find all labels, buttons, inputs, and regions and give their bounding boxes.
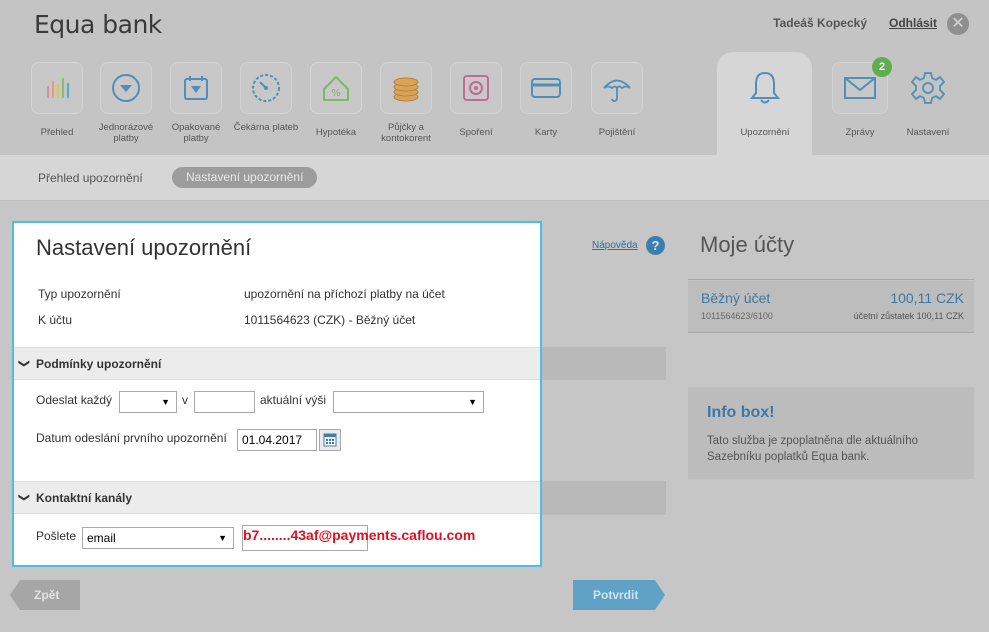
account-name[interactable]: Běžný účet	[701, 290, 770, 306]
accounts-title: Moje účty	[700, 232, 795, 257]
house-percent-icon: %	[310, 62, 362, 114]
page-title: Nastavení upozornění	[36, 235, 252, 260]
account-card[interactable]: Běžný účet 100,11 CZK 1011564623/6100 úč…	[688, 281, 974, 333]
nav-item-opakovane-platby[interactable]: Opakované platby	[161, 62, 231, 144]
alert-settings-panel: Nastavení upozornění Typ upozornění upoz…	[12, 221, 542, 567]
svg-text:%: %	[331, 88, 341, 99]
calendar-icon[interactable]	[319, 429, 341, 451]
bell-icon	[739, 62, 791, 114]
current-amount-label: aktuální výši	[260, 393, 327, 407]
chevron-down-icon: ❯	[18, 492, 31, 503]
nav-label: Upozornění	[740, 127, 790, 138]
close-icon[interactable]: ✕	[947, 13, 969, 35]
account-balance: účetní zůstatek 100,11 CZK	[853, 311, 964, 321]
nav-label: Spoření	[459, 127, 493, 138]
gear-icon	[902, 62, 954, 114]
alert-type-label: Typ upozornění	[38, 287, 121, 301]
logout-link[interactable]: Odhlásit	[889, 16, 937, 30]
help-link[interactable]: Nápověda	[592, 240, 638, 251]
nav-item-cekarna-plateb[interactable]: Čekárna plateb	[231, 62, 301, 133]
card-icon	[520, 62, 572, 114]
nav-item-hypoteka[interactable]: % Hypotéka	[301, 62, 371, 138]
at-label: v	[182, 393, 188, 407]
nav-item-pujcky[interactable]: Půjčky a kontokorent	[371, 62, 441, 144]
tab-nastaveni-upozorneni[interactable]: Nastavení upozornění	[172, 167, 318, 188]
current-amount-select[interactable]: ▼	[333, 391, 484, 413]
nav-label: Nastavení	[906, 127, 950, 138]
account-value: 1011564623 (CZK) - Běžný účet	[244, 313, 416, 327]
calendar-arrow-icon	[170, 62, 222, 114]
safe-icon	[450, 62, 502, 114]
section-band	[540, 347, 666, 380]
section-band	[540, 481, 666, 515]
nav-label: Půjčky a kontokorent	[381, 122, 431, 144]
confirm-button[interactable]: Potvrdit	[573, 580, 665, 610]
nav-label: Hypotéka	[315, 127, 357, 138]
back-button[interactable]: Zpět	[10, 580, 80, 610]
channel-select[interactable]: email ▼	[82, 527, 234, 549]
nav-label: Opakované platby	[171, 122, 221, 144]
conditions-section-header[interactable]: ❯ Podmínky upozornění	[14, 347, 540, 380]
first-date-label: Datum odeslání prvního upozornění	[36, 431, 227, 445]
nav-item-nastaveni[interactable]: Nastavení	[888, 62, 968, 138]
send-every-select[interactable]: ▼	[119, 391, 177, 413]
bank-logo[interactable]: Equa bank	[34, 10, 162, 39]
nav-item-upozorneni[interactable]: Upozornění	[725, 62, 805, 138]
contacts-section-header[interactable]: ❯ Kontaktní kanály	[14, 481, 540, 514]
nav-label: Pojištění	[598, 127, 636, 138]
bar-chart-icon	[31, 62, 83, 114]
first-date-input[interactable]: 01.04.2017	[237, 429, 317, 451]
time-input[interactable]	[194, 391, 255, 413]
arrow-down-circle-icon	[100, 62, 152, 114]
nav-label: Čekárna plateb	[233, 122, 299, 133]
dropdown-arrow-icon: ▼	[161, 397, 170, 407]
umbrella-icon	[591, 62, 643, 114]
contacts-header-label: Kontaktní kanály	[36, 491, 133, 505]
user-name: Tadeáš Kopecký	[773, 16, 867, 30]
nav-item-prehled[interactable]: Přehled	[22, 62, 92, 138]
divider	[688, 279, 974, 280]
nav-label: Karty	[534, 127, 558, 138]
nav-item-jednorazove-platby[interactable]: Jednorázové platby	[91, 62, 161, 144]
nav-item-sporeni[interactable]: Spoření	[441, 62, 511, 138]
conditions-header-label: Podmínky upozornění	[36, 357, 162, 371]
chevron-down-icon: ❯	[18, 358, 31, 369]
nav-label: Přehled	[40, 127, 74, 138]
help-icon[interactable]: ?	[646, 236, 665, 255]
info-box: Info box! Tato služba je zpoplatněna dle…	[688, 387, 974, 479]
coins-icon	[380, 62, 432, 114]
nav-item-karty[interactable]: Karty	[511, 62, 581, 138]
alert-type-value: upozornění na příchozí platby na účet	[244, 287, 445, 301]
account-number: 1011564623/6100	[701, 311, 773, 321]
email-value: b7........43af@payments.caflou.com	[243, 527, 476, 543]
channel-value: email	[87, 531, 116, 545]
dropdown-arrow-icon: ▼	[468, 397, 477, 407]
nav-item-pojisteni[interactable]: Pojištění	[582, 62, 652, 138]
info-box-title: Info box!	[707, 404, 775, 421]
tab-prehled-upozorneni[interactable]: Přehled upozornění	[38, 171, 143, 185]
account-label: K účtu	[38, 313, 73, 327]
app-header: Equa bank Tadeáš Kopecký Odhlásit ✕ Přeh…	[0, 0, 989, 157]
sub-navigation: Přehled upozornění Nastavení upozornění	[0, 155, 989, 201]
send-every-label: Odeslat každý	[36, 393, 113, 407]
account-amount: 100,11 CZK	[890, 290, 964, 306]
nav-label: Jednorázové platby	[98, 122, 154, 144]
send-label: Pošlete	[36, 529, 77, 543]
info-box-text: Tato služba je zpoplatněna dle aktuálníh…	[707, 435, 918, 463]
dropdown-arrow-icon: ▼	[218, 533, 227, 543]
clock-gauge-icon	[240, 62, 292, 114]
